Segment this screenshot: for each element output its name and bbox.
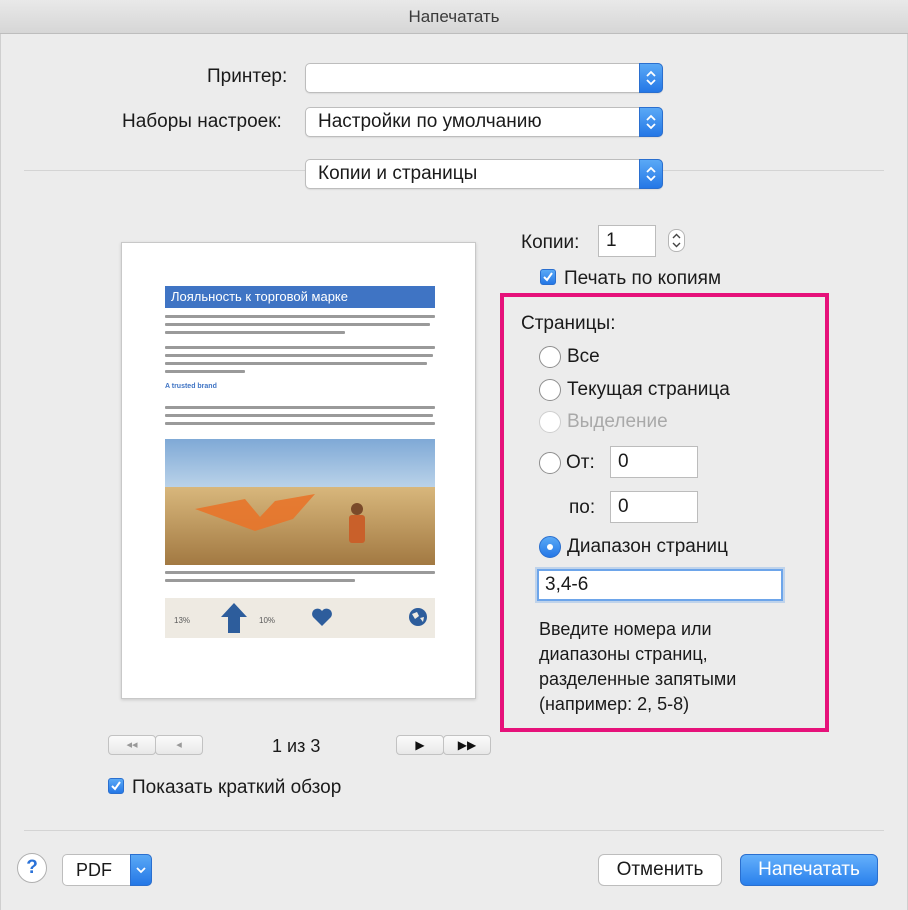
pages-range-label: Диапазон страниц (567, 536, 728, 557)
preview-text-line (165, 331, 345, 334)
preview-doc-title: Лояльность к торговой марке (165, 286, 435, 308)
preview-text-line (165, 354, 433, 357)
pages-range-input[interactable]: 3,4-6 (537, 569, 783, 601)
presets-select[interactable]: Настройки по умолчанию (305, 107, 663, 137)
globe-icon (409, 608, 427, 626)
preview-text-line (165, 346, 435, 349)
first-page-button[interactable]: ◂◂ (108, 735, 156, 755)
printer-select[interactable] (305, 63, 663, 93)
up-arrow-icon (221, 603, 247, 633)
preview-text-line (165, 422, 435, 425)
prev-page-button[interactable]: ◂ (155, 735, 203, 755)
section-select[interactable]: Копии и страницы (305, 159, 663, 189)
preview-stat-1: 13% (174, 616, 191, 625)
next-page-button[interactable]: ▶ (396, 735, 444, 755)
pages-to-label: по: (569, 497, 596, 518)
preview-text-line (165, 406, 435, 409)
printer-chevron-icon[interactable] (639, 63, 663, 93)
preview-text-line (165, 579, 355, 582)
pages-to-input[interactable]: 0 (610, 491, 698, 523)
section-value: Копии и страницы (318, 163, 478, 184)
preview-text-line (165, 362, 427, 365)
collate-checkbox[interactable] (540, 269, 556, 285)
window-title: Напечатать (0, 0, 908, 34)
pages-range-hint: Введите номера или диапазоны страниц, ра… (539, 619, 737, 714)
pdf-chevron-icon[interactable] (130, 854, 152, 886)
preview-text-line (165, 414, 433, 417)
collate-label: Печать по копиям (564, 268, 722, 289)
pages-all-radio[interactable] (539, 346, 561, 368)
printer-label: Принтер: (207, 66, 288, 87)
preview-text-line (165, 370, 245, 373)
pages-from-input[interactable]: 0 (610, 446, 698, 478)
summary-label: Показать краткий обзор (132, 777, 342, 798)
checkmark-icon (543, 272, 553, 282)
presets-chevron-icon[interactable] (639, 107, 663, 137)
preview-doc-subtitle: A trusted brand (165, 383, 217, 390)
heart-icon (312, 608, 332, 626)
pages-current-label: Текущая страница (567, 379, 730, 400)
pages-label: Страницы: (521, 313, 616, 334)
stepper-arrows-icon (672, 233, 681, 248)
print-button[interactable]: Напечатать (740, 854, 878, 886)
pages-range-radio[interactable] (539, 536, 561, 558)
pages-all-label: Все (567, 346, 600, 367)
preview-text-line (165, 571, 435, 574)
page-preview: Лояльность к торговой марке A trusted br… (121, 242, 476, 699)
preview-text-line (165, 323, 430, 326)
copies-input[interactable]: 1 (598, 225, 656, 257)
help-button[interactable]: ? (17, 853, 47, 883)
pages-from-radio[interactable] (539, 452, 561, 474)
last-page-button[interactable]: ▶▶ (443, 735, 491, 755)
preview-photo (165, 439, 435, 565)
bottom-separator (24, 830, 884, 831)
checkmark-icon (111, 781, 121, 791)
preview-text-line (165, 315, 435, 318)
pdf-label: PDF (76, 860, 112, 880)
presets-value: Настройки по умолчанию (318, 111, 542, 132)
pages-current-radio[interactable] (539, 379, 561, 401)
summary-checkbox[interactable] (108, 778, 124, 794)
pages-selection-label: Выделение (567, 411, 668, 432)
cancel-button[interactable]: Отменить (598, 854, 722, 886)
presets-label: Наборы настроек: (122, 111, 282, 132)
pages-selection-radio (539, 411, 561, 433)
section-chevron-icon[interactable] (639, 159, 663, 189)
pages-from-label: От: (566, 452, 595, 473)
page-indicator: 1 из 3 (272, 736, 321, 756)
preview-stats-bar: 13% 10% (165, 598, 435, 638)
copies-label: Копии: (521, 232, 580, 253)
preview-stat-2: 10% (259, 616, 276, 625)
pdf-menu-button[interactable]: PDF (62, 854, 152, 886)
copies-stepper[interactable] (668, 229, 685, 252)
